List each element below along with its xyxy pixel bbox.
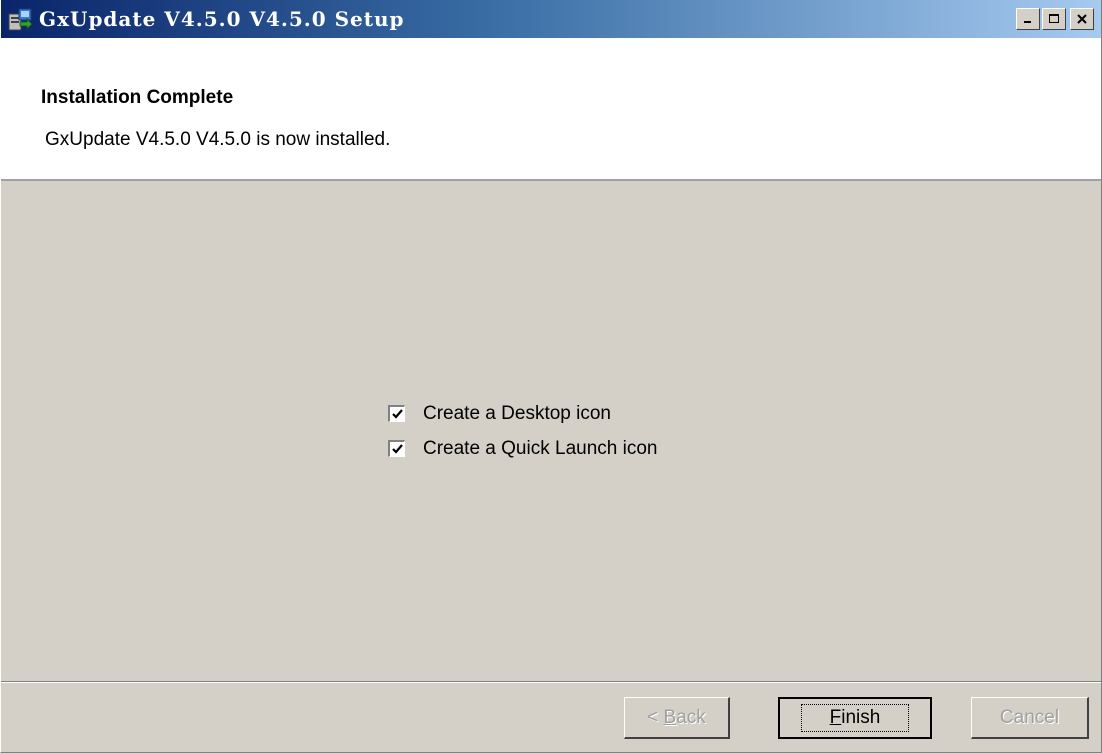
title-bar[interactable]: GxUpdate V4.5.0 V4.5.0 Setup xyxy=(1,0,1101,38)
back-button-label: < Back xyxy=(647,706,706,728)
checkmark-icon xyxy=(391,408,403,419)
minimize-icon xyxy=(1024,21,1031,23)
desktop-icon-label[interactable]: Create a Desktop icon xyxy=(423,403,611,425)
maximize-icon xyxy=(1049,14,1059,23)
installer-app-icon xyxy=(8,8,33,31)
options-group: Create a Desktop icon Create a Quick Lau… xyxy=(388,396,657,466)
close-button[interactable] xyxy=(1070,8,1094,30)
close-icon xyxy=(1077,14,1087,24)
wizard-header: Installation Complete GxUpdate V4.5.0 V4… xyxy=(1,38,1101,181)
finish-button[interactable]: Finish xyxy=(778,697,932,739)
footer-divider xyxy=(1,681,1101,683)
minimize-button[interactable] xyxy=(1016,8,1040,30)
maximize-button[interactable] xyxy=(1042,8,1066,30)
checkmark-icon xyxy=(391,443,403,454)
option-quick-launch-icon[interactable]: Create a Quick Launch icon xyxy=(388,431,657,466)
page-subtitle: GxUpdate V4.5.0 V4.5.0 is now installed. xyxy=(45,129,391,150)
cancel-button[interactable]: Cancel xyxy=(971,697,1089,739)
finish-button-label: Finish xyxy=(800,704,910,732)
page-title: Installation Complete xyxy=(41,87,234,108)
option-desktop-icon[interactable]: Create a Desktop icon xyxy=(388,396,657,431)
back-button[interactable]: < Back xyxy=(624,697,730,739)
quick-launch-checkbox[interactable] xyxy=(388,440,405,457)
cancel-button-label: Cancel xyxy=(999,706,1060,728)
setup-window: GxUpdate V4.5.0 V4.5.0 Setup Installatio… xyxy=(0,0,1102,753)
quick-launch-label[interactable]: Create a Quick Launch icon xyxy=(423,438,657,460)
window-title: GxUpdate V4.5.0 V4.5.0 Setup xyxy=(39,7,405,31)
desktop-icon-checkbox[interactable] xyxy=(388,405,405,422)
